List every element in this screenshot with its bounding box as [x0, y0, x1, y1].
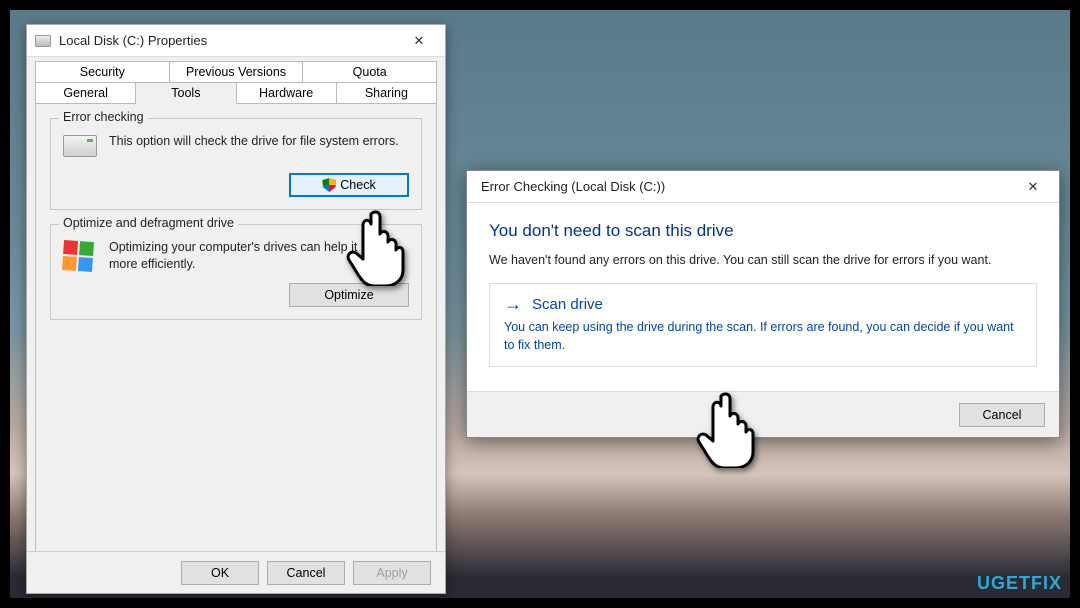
- tab-body-tools: Error checking This option will check th…: [35, 104, 437, 574]
- drive-icon: [35, 35, 51, 47]
- cancel-button[interactable]: Cancel: [267, 561, 345, 585]
- defrag-icon: [63, 241, 97, 269]
- error-checking-dialog: Error Checking (Local Disk (C:)) ✕ You d…: [466, 170, 1060, 438]
- scan-drive-option[interactable]: → Scan drive You can keep using the driv…: [489, 283, 1037, 367]
- ok-button[interactable]: OK: [181, 561, 259, 585]
- scan-drive-title: Scan drive: [532, 296, 603, 313]
- optimize-button[interactable]: Optimize: [289, 283, 409, 307]
- shield-icon: [322, 178, 336, 192]
- tab-general[interactable]: General: [35, 82, 136, 104]
- group-legend: Optimize and defragment drive: [59, 216, 238, 230]
- error-subtext: We haven't found any errors on this driv…: [489, 253, 1037, 267]
- cancel-button[interactable]: Cancel: [959, 403, 1045, 427]
- properties-dialog: Local Disk (C:) Properties ✕ Security Pr…: [26, 24, 446, 594]
- close-icon[interactable]: ✕: [399, 29, 439, 53]
- error-headline: You don't need to scan this drive: [489, 221, 1037, 241]
- error-footer: Cancel: [467, 391, 1059, 437]
- check-button-label: Check: [340, 178, 375, 192]
- error-check-description: This option will check the drive for fil…: [109, 133, 409, 150]
- group-error-checking: Error checking This option will check th…: [50, 118, 422, 210]
- error-title: Error Checking (Local Disk (C:)): [475, 179, 1013, 194]
- arrow-right-icon: →: [504, 294, 522, 315]
- tab-sharing[interactable]: Sharing: [337, 82, 437, 104]
- tab-tools[interactable]: Tools: [136, 82, 236, 104]
- optimize-description: Optimizing your computer's drives can he…: [109, 239, 409, 273]
- tab-quota[interactable]: Quota: [303, 61, 437, 82]
- tab-security[interactable]: Security: [35, 61, 170, 82]
- error-titlebar[interactable]: Error Checking (Local Disk (C:)) ✕: [467, 171, 1059, 203]
- close-icon[interactable]: ✕: [1013, 175, 1053, 199]
- watermark: UGETFIX: [977, 573, 1062, 594]
- properties-titlebar[interactable]: Local Disk (C:) Properties ✕: [27, 25, 445, 57]
- tab-hardware[interactable]: Hardware: [237, 82, 337, 104]
- properties-title: Local Disk (C:) Properties: [59, 33, 399, 48]
- check-button[interactable]: Check: [289, 173, 409, 197]
- scan-drive-desc: You can keep using the drive during the …: [504, 319, 1022, 354]
- optimize-button-label: Optimize: [324, 288, 373, 302]
- drive-icon: [63, 135, 97, 163]
- tabs: Security Previous Versions Quota General…: [27, 57, 445, 574]
- properties-footer: OK Cancel Apply: [27, 551, 445, 593]
- group-optimize: Optimize and defragment drive Optimizing…: [50, 224, 422, 320]
- apply-button[interactable]: Apply: [353, 561, 431, 585]
- tab-previous-versions[interactable]: Previous Versions: [170, 61, 304, 82]
- group-legend: Error checking: [59, 110, 148, 124]
